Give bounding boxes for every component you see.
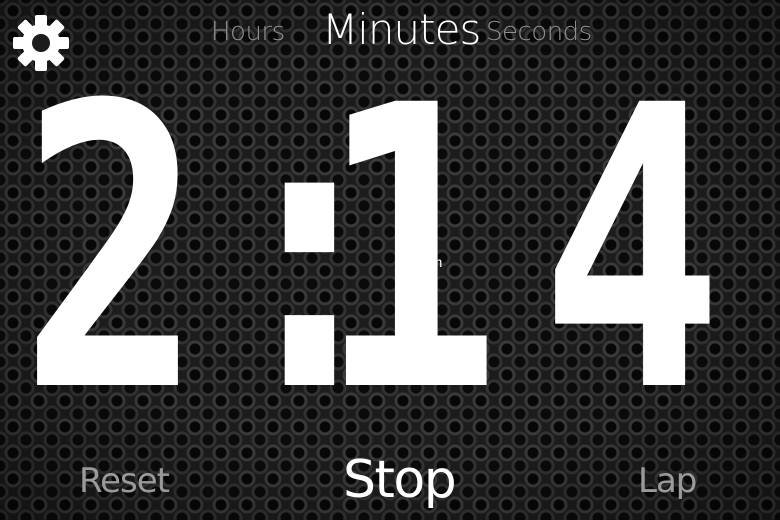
gear-icon (13, 15, 69, 71)
minutes-digit: 2 (20, 23, 204, 477)
tab-minutes[interactable]: Minutes (322, 5, 481, 54)
tab-seconds[interactable]: Seconds (486, 17, 592, 47)
tab-hours[interactable]: Hours (211, 17, 285, 47)
settings-button[interactable] (12, 14, 70, 72)
stop-button[interactable]: Stop (343, 450, 457, 510)
stopwatch-screen: Hours Minutes Seconds 2 : 1 4 .com Reset… (0, 0, 780, 520)
seconds-tens-digit: 1 (318, 23, 502, 477)
watermark-text: .com (412, 254, 443, 270)
reset-button[interactable]: Reset (79, 461, 170, 501)
seconds-ones-digit: 4 (540, 23, 724, 477)
lap-button[interactable]: Lap (638, 461, 697, 501)
clock-display: 2 : 1 4 (0, 0, 780, 520)
